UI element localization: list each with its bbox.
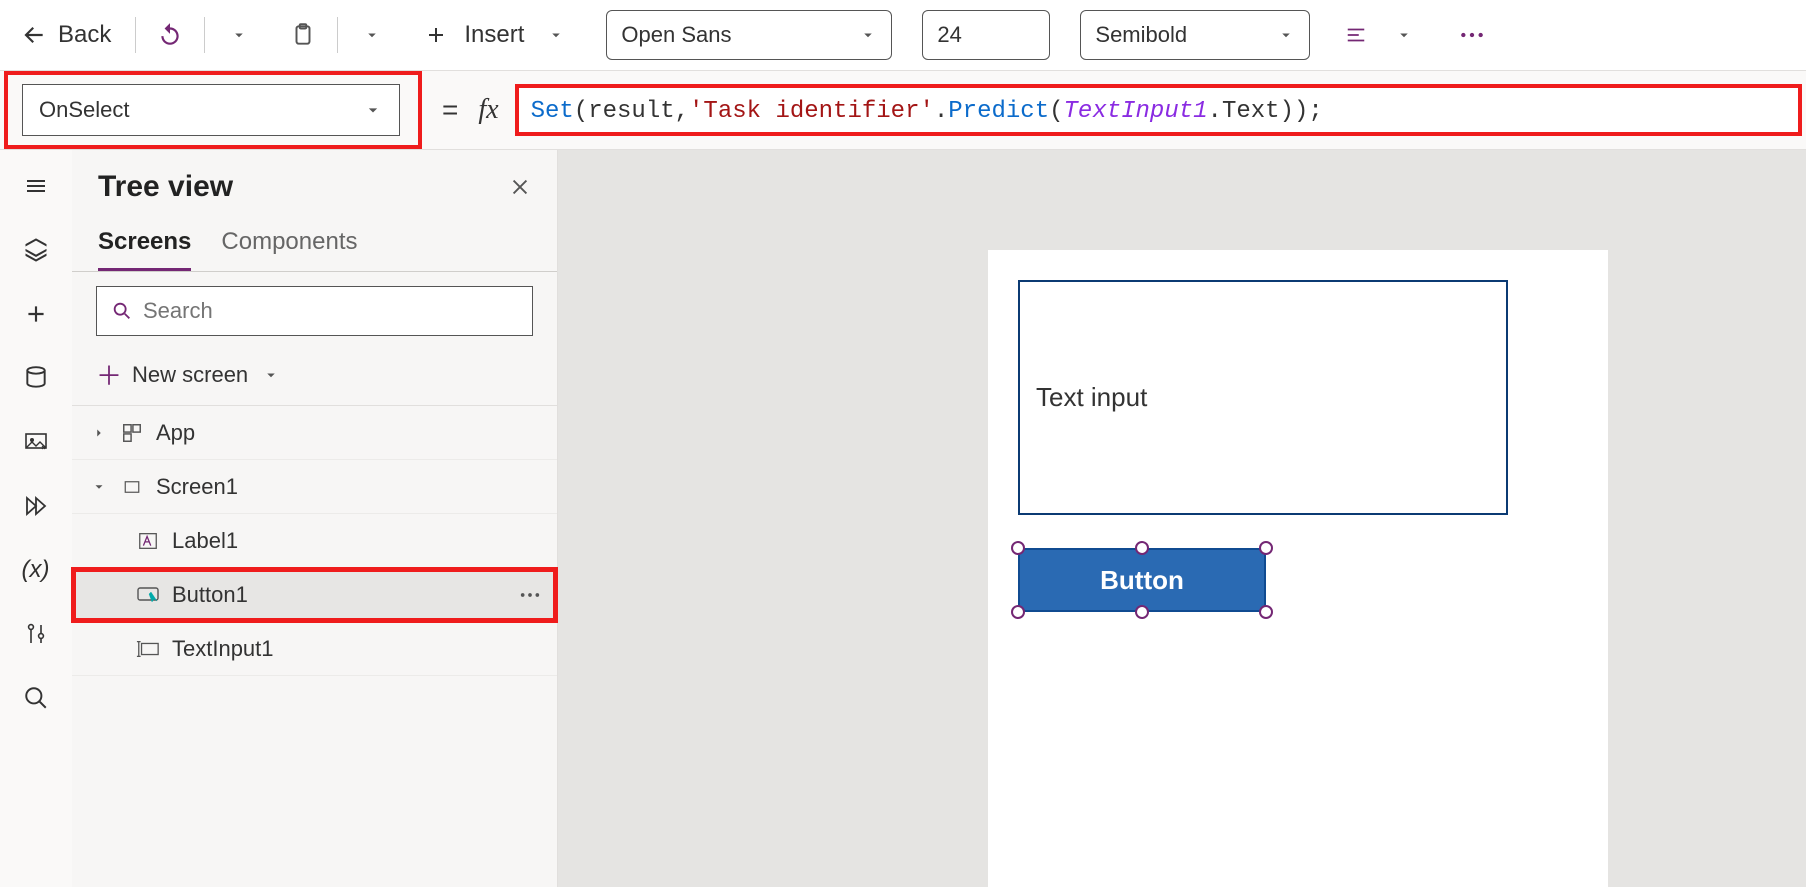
chevron-down-icon xyxy=(262,366,280,384)
more-icon[interactable] xyxy=(1452,15,1492,55)
property-value: OnSelect xyxy=(39,97,130,123)
tree-item-label: Screen1 xyxy=(156,474,238,500)
insert-rail-icon[interactable] xyxy=(18,296,54,332)
formula-token: Set xyxy=(531,98,574,125)
chevron-down-icon[interactable] xyxy=(90,480,108,494)
tree-item-screen1[interactable]: Screen1 xyxy=(72,460,557,514)
tree-item-label: Label1 xyxy=(172,528,238,554)
formula-token: Predict xyxy=(948,98,1049,125)
tab-components[interactable]: Components xyxy=(221,228,357,271)
media-icon[interactable] xyxy=(18,424,54,460)
property-dropdown[interactable]: OnSelect xyxy=(22,84,400,136)
formula-token: . xyxy=(1208,98,1222,125)
insert-chevron-down-icon[interactable] xyxy=(536,15,576,55)
font-size-value: 24 xyxy=(937,22,961,48)
close-icon[interactable] xyxy=(509,176,531,198)
selection-handle[interactable] xyxy=(1259,605,1273,619)
data-icon[interactable] xyxy=(18,360,54,396)
plus-icon: ＋ xyxy=(96,356,122,393)
tree-item-app[interactable]: App xyxy=(72,406,557,460)
tree-tabs: Screens Components xyxy=(72,208,557,272)
formula-token: . xyxy=(934,98,948,125)
equals-label: = xyxy=(442,94,458,126)
chevron-down-icon xyxy=(859,26,877,44)
top-toolbar: Back Insert Open Sans 24 Semibold xyxy=(0,0,1806,70)
toolbar-separator xyxy=(135,17,136,53)
tree-item-label: TextInput1 xyxy=(172,636,274,662)
tree-title: Tree view xyxy=(98,170,233,204)
tree-item-label1[interactable]: Label1 xyxy=(72,514,557,568)
selection-handle[interactable] xyxy=(1011,605,1025,619)
canvas[interactable]: Text input Button xyxy=(558,150,1806,887)
label-icon xyxy=(136,529,160,553)
power-automate-icon[interactable] xyxy=(18,488,54,524)
chevron-right-icon[interactable] xyxy=(90,426,108,440)
formula-token: Text xyxy=(1222,98,1280,125)
search-rail-icon[interactable] xyxy=(18,680,54,716)
tree-panel: Tree view Screens Components ＋ New scree… xyxy=(72,150,558,887)
fx-icon[interactable]: fx xyxy=(478,94,498,126)
toolbar-separator xyxy=(204,17,205,53)
new-screen-button[interactable]: ＋ New screen xyxy=(72,350,557,406)
app-icon xyxy=(120,421,144,445)
variables-icon[interactable]: (x) xyxy=(18,552,54,588)
paste-chevron-down-icon[interactable] xyxy=(352,15,392,55)
plus-icon[interactable] xyxy=(416,15,456,55)
toolbar-separator xyxy=(337,17,338,53)
font-weight-value: Semibold xyxy=(1095,22,1187,48)
screen-icon xyxy=(120,475,144,499)
hamburger-icon[interactable] xyxy=(18,168,54,204)
tree-list: App Screen1 Label1 xyxy=(72,406,557,676)
align-chevron-down-icon[interactable] xyxy=(1384,15,1424,55)
formula-token: TextInput1 xyxy=(1064,98,1208,125)
formula-input[interactable]: Set(result, 'Task identifier'.Predict(Te… xyxy=(515,84,1802,136)
formula-token: ( xyxy=(574,98,588,125)
paste-icon[interactable] xyxy=(283,15,323,55)
back-arrow-icon[interactable] xyxy=(20,21,48,49)
textinput-value: Text input xyxy=(1036,382,1147,413)
formula-token: 'Task identifier' xyxy=(689,98,934,125)
formula-bar: OnSelect = fx Set(result, 'Task identifi… xyxy=(0,70,1806,150)
formula-token: )); xyxy=(1280,98,1323,125)
selection-handle[interactable] xyxy=(1259,541,1273,555)
new-screen-label: New screen xyxy=(132,362,248,388)
tab-screens[interactable]: Screens xyxy=(98,228,191,271)
button-label: Button xyxy=(1100,565,1184,596)
left-rail: (x) xyxy=(0,150,72,887)
screen-preview[interactable]: Text input Button xyxy=(988,250,1608,890)
font-size-input[interactable]: 24 xyxy=(922,10,1050,60)
chevron-down-icon xyxy=(1277,26,1295,44)
tree-item-button1[interactable]: Button1 xyxy=(72,568,557,622)
search-input[interactable] xyxy=(96,286,533,336)
tree-item-textinput1[interactable]: TextInput1 xyxy=(72,622,557,676)
tree-view-icon[interactable] xyxy=(18,232,54,268)
selection-handle[interactable] xyxy=(1011,541,1025,555)
undo-icon[interactable] xyxy=(150,15,190,55)
back-label[interactable]: Back xyxy=(58,21,111,49)
property-selector-highlight: OnSelect xyxy=(4,71,422,149)
align-icon[interactable] xyxy=(1336,15,1376,55)
font-weight-dropdown[interactable]: Semibold xyxy=(1080,10,1310,60)
selection-handle[interactable] xyxy=(1135,541,1149,555)
button-control[interactable]: Button xyxy=(1018,548,1266,612)
selection-handle[interactable] xyxy=(1135,605,1149,619)
font-family-value: Open Sans xyxy=(621,22,731,48)
search-icon xyxy=(111,300,133,322)
font-family-dropdown[interactable]: Open Sans xyxy=(606,10,892,60)
formula-token: result xyxy=(588,98,674,125)
search-field[interactable] xyxy=(143,298,518,324)
textinput-icon xyxy=(136,637,160,661)
more-icon[interactable] xyxy=(519,591,541,599)
tree-item-label: Button1 xyxy=(172,582,248,608)
formula-token: ( xyxy=(1049,98,1063,125)
tree-item-label: App xyxy=(156,420,195,446)
undo-chevron-down-icon[interactable] xyxy=(219,15,259,55)
insert-label[interactable]: Insert xyxy=(464,21,524,49)
textinput-control[interactable]: Text input xyxy=(1018,280,1508,515)
tools-icon[interactable] xyxy=(18,616,54,652)
chevron-down-icon xyxy=(363,100,383,120)
button-icon xyxy=(136,583,160,607)
formula-token: , xyxy=(675,98,689,125)
